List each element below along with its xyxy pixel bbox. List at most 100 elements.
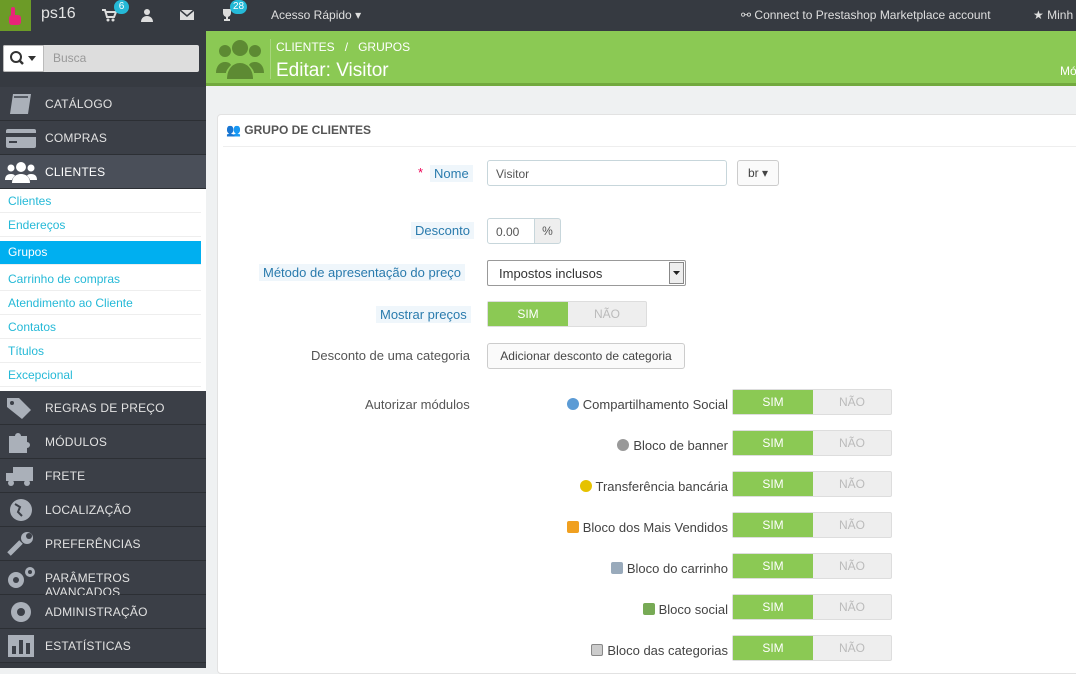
- puzzle-icon: [9, 433, 30, 453]
- sidebar-item-price-rules[interactable]: REGRAS DE PREÇO: [0, 391, 206, 425]
- submenu-item-carts[interactable]: Carrinho de compras: [0, 267, 201, 291]
- submenu-item-addresses[interactable]: Endereços: [0, 213, 201, 237]
- module-toggle[interactable]: SIM NÃO: [732, 512, 892, 538]
- toggle-no[interactable]: NÃO: [813, 390, 891, 414]
- shop-name-link[interactable]: ps16: [41, 5, 76, 23]
- hand-pointer-icon: [9, 7, 21, 25]
- submenu-item-contacts[interactable]: Contatos: [0, 315, 201, 339]
- toggle-yes[interactable]: SIM: [733, 431, 813, 455]
- page-header: CLIENTES / GRUPOS Editar: Visitor Mó: [206, 31, 1076, 86]
- sidebar-item-localization[interactable]: LOCALIZAÇÃO: [0, 493, 206, 527]
- toggle-yes[interactable]: SIM: [733, 554, 813, 578]
- caret-down-icon: ▾: [355, 8, 362, 22]
- sidebar-item-customers[interactable]: CLIENTES: [0, 155, 206, 189]
- module-toggle[interactable]: SIM NÃO: [732, 471, 892, 497]
- bar-chart-icon: [8, 635, 34, 657]
- submenu-item-customer-service[interactable]: Atendimento ao Cliente: [0, 291, 201, 315]
- sidebar-item-label: PREFERÊNCIAS: [45, 537, 141, 551]
- language-dropdown-button[interactable]: br ▾: [737, 160, 779, 186]
- sidebar-item-administration[interactable]: ADMINISTRAÇÃO: [0, 595, 206, 629]
- sidebar-item-label: ESTATÍSTICAS: [45, 639, 131, 653]
- submenu-item-outstanding[interactable]: Excepcional: [0, 363, 201, 387]
- category-discount-label: Desconto de uma categoria: [311, 348, 470, 363]
- users-icon: [5, 162, 37, 183]
- sidebar-item-advanced-parameters[interactable]: PARÂMETROS AVANÇADOS: [0, 561, 206, 599]
- toggle-no[interactable]: NÃO: [813, 472, 891, 496]
- module-label: Bloco dos Mais Vendidos: [582, 520, 728, 535]
- submenu-item-label: Excepcional: [8, 368, 73, 382]
- sidebar-item-shipping[interactable]: FRETE: [0, 459, 206, 493]
- sidebar-item-catalog[interactable]: CATÁLOGO: [0, 87, 206, 121]
- language-label: br: [747, 166, 759, 180]
- search-type-button[interactable]: [3, 45, 44, 72]
- gear-icon: [617, 439, 630, 451]
- menu-toggle-button[interactable]: [0, 0, 31, 31]
- submenu-item-groups[interactable]: Grupos: [0, 241, 201, 265]
- submenu-item-label: Carrinho de compras: [8, 272, 121, 286]
- breadcrumb: CLIENTES / GRUPOS: [276, 40, 410, 54]
- marketplace-link[interactable]: ⚯ Connect to Prestashop Marketplace acco…: [741, 8, 991, 22]
- toggle-no[interactable]: NÃO: [568, 302, 646, 326]
- module-bank-wire: Transferência bancária: [579, 479, 728, 494]
- toggle-no[interactable]: NÃO: [813, 554, 891, 578]
- toggle-yes[interactable]: SIM: [733, 636, 813, 660]
- name-input[interactable]: Visitor: [487, 160, 727, 186]
- sidebar-item-label: COMPRAS: [45, 131, 108, 145]
- toggle-no[interactable]: NÃO: [813, 636, 891, 660]
- my-account-link[interactable]: ★ Minh: [1033, 8, 1073, 22]
- user-icon[interactable]: [139, 7, 155, 23]
- toggle-yes[interactable]: SIM: [733, 472, 813, 496]
- toggle-yes[interactable]: SIM: [733, 390, 813, 414]
- add-category-discount-button[interactable]: Adicionar desconto de categoria: [487, 343, 685, 369]
- module-label: Bloco de banner: [633, 438, 728, 453]
- toggle-no[interactable]: NÃO: [813, 513, 891, 537]
- quick-access-dropdown[interactable]: Acesso Rápido ▾: [271, 8, 361, 22]
- header-right-link[interactable]: Mó: [1060, 64, 1076, 78]
- module-toggle[interactable]: SIM NÃO: [732, 430, 892, 456]
- sidebar-item-modules[interactable]: MÓDULOS: [0, 425, 206, 459]
- module-toggle[interactable]: SIM NÃO: [732, 594, 892, 620]
- module-toggle[interactable]: SIM NÃO: [732, 635, 892, 661]
- sidebar-item-statistics[interactable]: ESTATÍSTICAS: [0, 629, 206, 663]
- messages-badge: 28: [230, 0, 248, 14]
- price-method-select[interactable]: Impostos inclusos: [487, 260, 686, 286]
- submenu-item-customers[interactable]: Clientes: [0, 189, 201, 213]
- panel-heading-divider: [223, 146, 1076, 147]
- module-label: Compartilhamento Social: [582, 397, 728, 412]
- orders-badge: 6: [114, 0, 129, 14]
- sidebar-item-label: ADMINISTRAÇÃO: [45, 605, 148, 619]
- show-prices-toggle[interactable]: SIM NÃO: [487, 301, 647, 327]
- toggle-yes[interactable]: SIM: [733, 513, 813, 537]
- sidebar-item-preferences[interactable]: PREFERÊNCIAS: [0, 527, 206, 561]
- envelope-icon[interactable]: [179, 7, 195, 23]
- module-toggle[interactable]: SIM NÃO: [732, 553, 892, 579]
- discount-input[interactable]: 0.00: [487, 218, 535, 244]
- sidebar-item-label: CLIENTES: [45, 165, 106, 179]
- search-icon: [10, 51, 36, 65]
- sidebar-item-label: MÓDULOS: [45, 435, 108, 449]
- sidebar-item-orders[interactable]: COMPRAS: [0, 121, 206, 155]
- search-input[interactable]: Busca: [53, 51, 86, 65]
- toggle-no[interactable]: NÃO: [813, 595, 891, 619]
- toggle-yes[interactable]: SIM: [733, 595, 813, 619]
- breadcrumb-separator: /: [344, 40, 349, 54]
- basket-icon: [610, 562, 623, 574]
- toggle-yes[interactable]: SIM: [488, 302, 568, 326]
- globe-icon: [10, 499, 32, 521]
- breadcrumb-customers[interactable]: CLIENTES: [276, 40, 335, 54]
- module-best-sellers: Bloco dos Mais Vendidos: [566, 520, 728, 535]
- search-box: Busca: [3, 45, 199, 72]
- credit-card-icon: [6, 129, 36, 148]
- star-icon: ★: [1033, 8, 1044, 22]
- submenu-item-titles[interactable]: Títulos: [0, 339, 201, 363]
- breadcrumb-groups[interactable]: GRUPOS: [358, 40, 410, 54]
- submenu-item-label: Atendimento ao Cliente: [8, 296, 133, 310]
- gear-icon: [11, 602, 31, 622]
- submenu-item-label: Grupos: [8, 245, 48, 259]
- sidebar-item-label: FRETE: [45, 469, 86, 483]
- sidebar-item-label: LOCALIZAÇÃO: [45, 503, 132, 517]
- toggle-no[interactable]: NÃO: [813, 431, 891, 455]
- submenu-item-label: Títulos: [8, 344, 45, 358]
- module-toggle[interactable]: SIM NÃO: [732, 389, 892, 415]
- sidebar: Busca CATÁLOGO COMPRAS CLIENTES Clientes…: [0, 31, 206, 668]
